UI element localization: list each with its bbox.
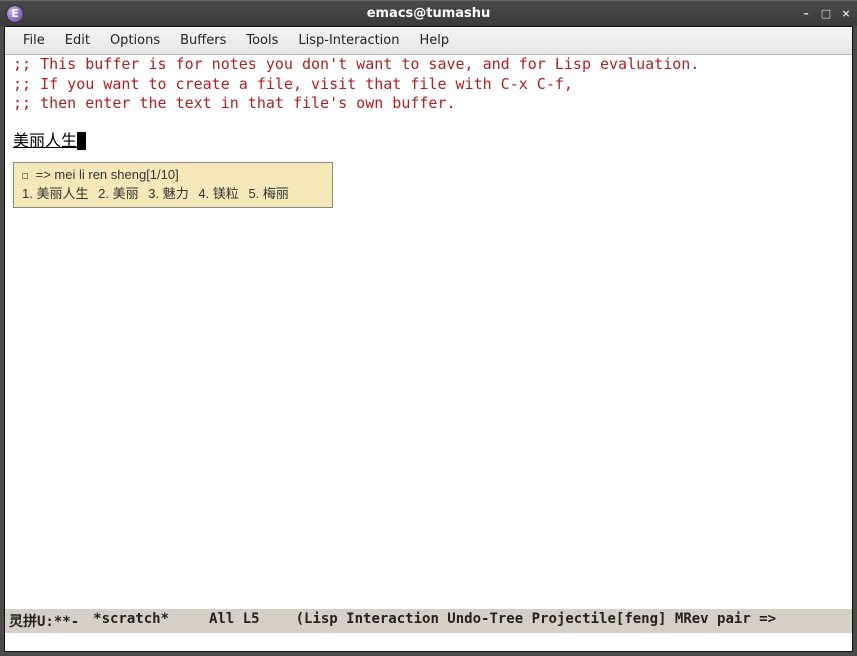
- ime-candidate-popup[interactable]: => mei li ren sheng[1/10] 1. 美丽人生 2. 美丽 …: [13, 162, 333, 208]
- minibuffer[interactable]: [5, 633, 852, 651]
- close-icon[interactable]: ×: [841, 9, 851, 19]
- ime-candidate[interactable]: 4. 镁粒: [198, 186, 238, 201]
- maximize-icon[interactable]: □: [821, 9, 831, 19]
- mode-line-buffer-name[interactable]: *scratch*: [93, 611, 169, 631]
- menu-edit[interactable]: Edit: [55, 31, 100, 50]
- ime-candidate[interactable]: 2. 美丽: [98, 186, 138, 201]
- window-title: emacs@tumashu: [367, 6, 491, 21]
- menu-help[interactable]: Help: [410, 31, 460, 50]
- editor-area[interactable]: ;; This buffer is for notes you don't wa…: [5, 55, 852, 609]
- ime-candidate[interactable]: 1. 美丽人生: [22, 186, 88, 201]
- ime-candidate-row: 1. 美丽人生 2. 美丽 3. 魅力 4. 镁粒 5. 梅丽: [22, 186, 324, 203]
- ime-candidate[interactable]: 3. 魅力: [148, 186, 188, 201]
- emacs-app-icon: E: [6, 5, 24, 23]
- ime-preedit: => mei li ren sheng[1/10]: [36, 167, 179, 182]
- text-cursor: [77, 132, 86, 150]
- input-line: 美丽人生: [13, 132, 844, 153]
- minimize-icon[interactable]: –: [801, 9, 811, 19]
- preedit-text: 美丽人生: [13, 133, 77, 150]
- menu-file[interactable]: File: [13, 31, 55, 50]
- scratch-comment-line: ;; If you want to create a file, visit t…: [13, 75, 844, 95]
- mode-line-position: All L5: [209, 611, 260, 631]
- menu-lisp-interaction[interactable]: Lisp-Interaction: [288, 31, 409, 50]
- menu-tools[interactable]: Tools: [236, 31, 288, 50]
- scratch-comment-line: ;; This buffer is for notes you don't wa…: [13, 55, 844, 75]
- menubar: File Edit Options Buffers Tools Lisp-Int…: [5, 27, 852, 55]
- menu-buffers[interactable]: Buffers: [170, 31, 236, 50]
- ime-drag-handle-icon[interactable]: [22, 173, 28, 179]
- mode-line-modes[interactable]: (Lisp Interaction Undo-Tree Projectile[f…: [296, 611, 776, 631]
- menu-options[interactable]: Options: [100, 31, 170, 50]
- emacs-frame: File Edit Options Buffers Tools Lisp-Int…: [4, 26, 853, 652]
- ime-candidate[interactable]: 5. 梅丽: [248, 186, 288, 201]
- scratch-comment-line: ;; then enter the text in that file's ow…: [13, 94, 844, 114]
- mode-line[interactable]: 灵拼U:**- *scratch* All L5 (Lisp Interacti…: [5, 609, 852, 633]
- mode-line-status: 灵拼U:**-: [9, 611, 79, 631]
- window-titlebar: E emacs@tumashu – □ ×: [0, 0, 857, 26]
